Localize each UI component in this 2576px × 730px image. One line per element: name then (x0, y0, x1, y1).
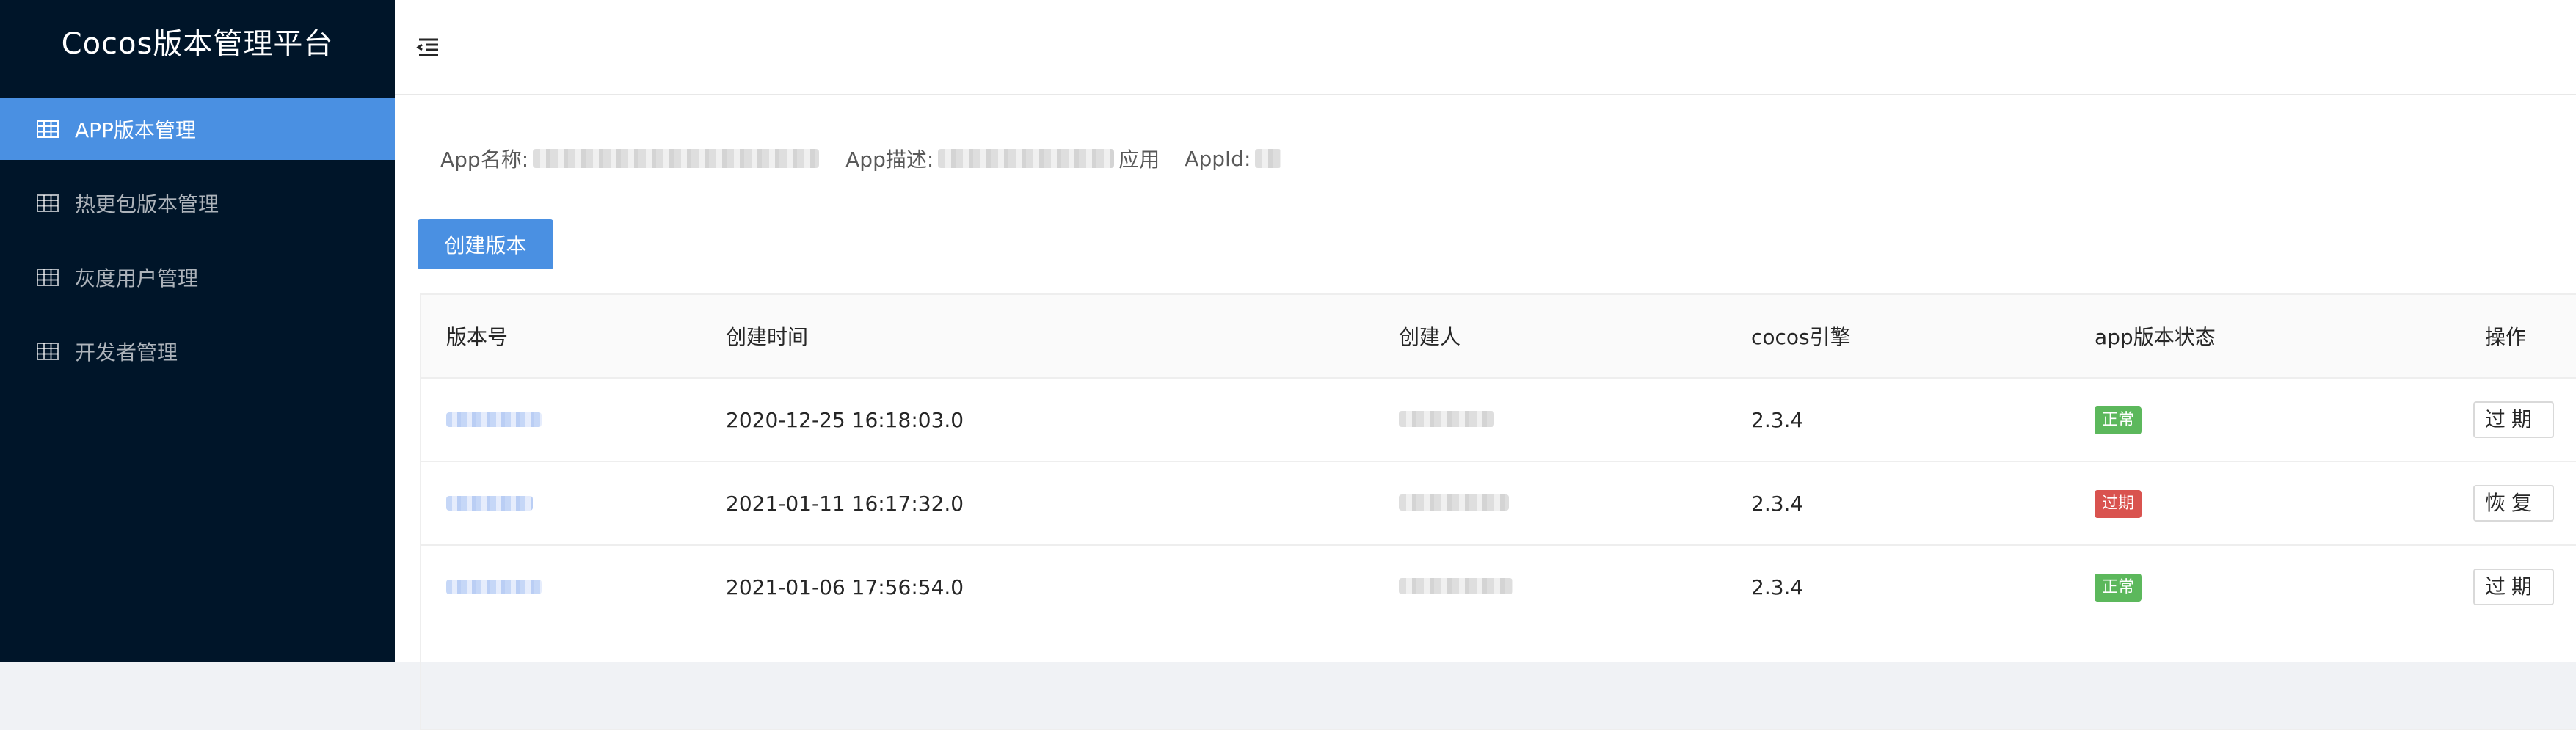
table-icon (37, 120, 59, 138)
creator-redacted (1399, 577, 1513, 594)
version-number-redacted[interactable] (446, 495, 533, 511)
app-name-redacted (533, 149, 820, 168)
content-panel: App名称: App描述: 应用 AppId: 创建版本 版本号 创建时间 创建… (395, 95, 2576, 730)
sidebar-item-gray-users[interactable]: 灰度用户管理 (0, 247, 395, 308)
app-title: Cocos版本管理平台 (61, 27, 334, 61)
created-at-cell: 2021-01-11 16:17:32.0 (726, 491, 964, 516)
table-header: 版本号 创建时间 创建人 cocos引擎 app版本状态 操作 (421, 295, 2576, 379)
sidebar-item-developers[interactable]: 开发者管理 (0, 321, 395, 382)
table-icon (37, 194, 59, 212)
sidebar-item-label: 开发者管理 (75, 340, 178, 365)
create-version-button[interactable]: 创建版本 (418, 219, 553, 269)
status-badge: 过期 (2095, 489, 2142, 518)
app-desc-redacted (938, 149, 1115, 168)
engine-cell: 2.3.4 (1751, 407, 1804, 432)
app-desc-suffix: 应用 (1118, 147, 1160, 172)
sidebar-item-label: 灰度用户管理 (75, 266, 199, 291)
column-header: 操作 (2485, 325, 2527, 349)
expire-button[interactable]: 过期 (2473, 401, 2554, 438)
column-header: cocos引擎 (1751, 325, 1851, 349)
created-at-cell: 2020-12-25 16:18:03.0 (726, 407, 964, 432)
sidebar-item-app-version[interactable]: APP版本管理 (0, 98, 395, 160)
column-header: app版本状态 (2095, 325, 2216, 349)
version-table: 版本号 创建时间 创建人 cocos引擎 app版本状态 操作 2020-12-… (420, 293, 2576, 730)
table-row: 2021-01-06 17:56:54.0 2.3.4 正常 过期 (421, 546, 2576, 628)
sidebar-item-label: APP版本管理 (75, 118, 196, 142)
column-header: 版本号 (446, 325, 509, 349)
table-row: 2020-12-25 16:18:03.0 2.3.4 正常 过期 (421, 379, 2576, 462)
menu-fold-icon[interactable] (413, 32, 443, 62)
sidebar-item-label: 热更包版本管理 (75, 192, 219, 216)
version-number-redacted[interactable] (446, 579, 542, 594)
engine-cell: 2.3.4 (1751, 491, 1804, 516)
table-row: 2021-01-11 16:17:32.0 2.3.4 过期 恢复 (421, 462, 2576, 546)
engine-cell: 2.3.4 (1751, 574, 1804, 599)
creator-redacted (1399, 410, 1494, 427)
status-badge: 正常 (2095, 573, 2142, 602)
table-icon (37, 343, 59, 360)
creator-redacted (1399, 494, 1509, 511)
top-header (395, 0, 2576, 95)
column-header: 创建时间 (726, 325, 809, 349)
version-number-redacted[interactable] (446, 412, 542, 427)
column-header: 创建人 (1399, 325, 1461, 349)
main-area: App名称: App描述: 应用 AppId: 创建版本 版本号 创建时间 创建… (395, 0, 2576, 730)
restore-button[interactable]: 恢复 (2473, 485, 2554, 522)
app-id-redacted (1255, 149, 1282, 168)
status-badge: 正常 (2095, 406, 2142, 434)
table-icon (37, 269, 59, 286)
app-name-label: App名称: (440, 147, 529, 172)
app-desc-label: App描述: (845, 147, 934, 172)
sidebar-item-hotfix-version[interactable]: 热更包版本管理 (0, 172, 395, 234)
created-at-cell: 2021-01-06 17:56:54.0 (726, 574, 964, 599)
sidebar: Cocos版本管理平台 APP版本管理 热更包版本管理 灰度用户管理 开发者管理 (0, 0, 395, 662)
expire-button[interactable]: 过期 (2473, 569, 2554, 605)
app-id-label: AppId: (1185, 146, 1251, 171)
sidebar-menu: APP版本管理 热更包版本管理 灰度用户管理 开发者管理 (0, 98, 395, 382)
app-info-row: App名称: App描述: 应用 AppId: (440, 144, 1308, 173)
